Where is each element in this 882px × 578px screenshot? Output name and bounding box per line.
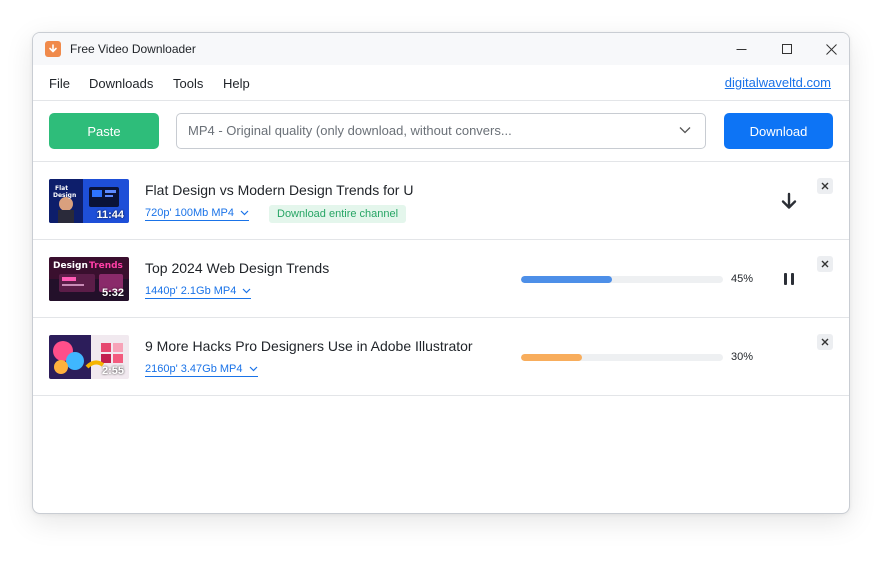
svg-text:Trends: Trends — [89, 261, 123, 271]
video-duration: 11:44 — [96, 209, 124, 221]
chevron-down-icon — [679, 127, 691, 134]
close-icon — [821, 338, 829, 346]
svg-text:Design: Design — [53, 261, 88, 271]
app-window: Free Video Downloader File Downloads Too… — [32, 32, 850, 514]
video-thumbnail[interactable]: 2:55 — [49, 335, 129, 379]
video-duration: 2:55 — [101, 365, 124, 377]
chevron-down-icon — [240, 210, 249, 216]
maximize-icon — [782, 44, 792, 54]
quality-label: 720p' 100Mb MP4 — [145, 207, 234, 219]
chevron-down-icon — [249, 366, 257, 372]
minimize-icon — [736, 48, 746, 50]
menu-tools[interactable]: Tools — [173, 76, 203, 91]
progress-fill — [521, 354, 582, 361]
paste-button[interactable]: Paste — [49, 113, 159, 149]
quality-label: 1440p' 2.1Gb MP4 — [145, 285, 237, 297]
format-select[interactable]: MP4 - Original quality (only download, w… — [176, 113, 706, 149]
maximize-button[interactable] — [764, 33, 810, 65]
video-duration: 5:32 — [101, 287, 124, 299]
quality-selector[interactable]: 720p' 100Mb MP4 — [145, 207, 249, 221]
video-title: Top 2024 Web Design Trends — [145, 260, 330, 276]
download-arrow-button[interactable] — [778, 190, 800, 212]
progress-percent: 45% — [731, 273, 754, 285]
remove-item-button[interactable] — [817, 334, 833, 350]
quality-selector[interactable]: 2160p' 3.47Gb MP4 — [145, 363, 258, 377]
website-link[interactable]: digitalwaveltd.com — [725, 75, 831, 90]
format-select-value: MP4 - Original quality (only download, w… — [188, 123, 512, 138]
menu-bar: File Downloads Tools Help digitalwaveltd… — [33, 65, 849, 101]
download-channel-badge[interactable]: Download entire channel — [269, 205, 407, 223]
window-title: Free Video Downloader — [70, 42, 196, 56]
video-title: 9 More Hacks Pro Designers Use in Adobe … — [145, 338, 473, 354]
close-icon — [821, 260, 829, 268]
title-bar[interactable]: Free Video Downloader — [33, 33, 849, 65]
pause-button[interactable] — [778, 268, 800, 290]
download-item: Design Trends 5:32 Top 2024 Web Design T… — [33, 240, 849, 318]
menu-downloads[interactable]: Downloads — [89, 76, 153, 91]
close-icon — [821, 182, 829, 190]
menu-file[interactable]: File — [49, 76, 70, 91]
download-button[interactable]: Download — [724, 113, 833, 149]
chevron-down-icon — [242, 288, 251, 294]
quality-selector[interactable]: 1440p' 2.1Gb MP4 — [145, 285, 252, 299]
download-arrow-icon — [781, 192, 797, 209]
svg-text:Design: Design — [53, 192, 76, 199]
progress-bar — [521, 354, 723, 361]
remove-item-button[interactable] — [817, 256, 833, 272]
quality-label: 2160p' 3.47Gb MP4 — [145, 363, 243, 375]
video-thumbnail[interactable]: Flat Design 11:44 — [49, 179, 129, 223]
progress-bar — [521, 276, 723, 283]
menu-help[interactable]: Help — [223, 76, 250, 91]
remove-item-button[interactable] — [817, 178, 833, 194]
progress-fill — [521, 276, 612, 283]
close-icon — [825, 43, 837, 55]
download-item: Flat Design 11:44 Flat Design vs Modern … — [33, 162, 849, 240]
svg-text:Flat: Flat — [55, 185, 68, 192]
close-window-button[interactable] — [808, 33, 849, 65]
minimize-button[interactable] — [718, 33, 764, 65]
download-item: 2:55 9 More Hacks Pro Designers Use in A… — [33, 318, 849, 396]
video-thumbnail[interactable]: Design Trends 5:32 — [49, 257, 129, 301]
video-title: Flat Design vs Modern Design Trends for … — [145, 182, 414, 198]
pause-icon — [784, 273, 794, 285]
toolbar: Paste MP4 - Original quality (only downl… — [33, 101, 849, 162]
progress-percent: 30% — [731, 351, 754, 363]
app-logo-icon — [45, 41, 61, 57]
